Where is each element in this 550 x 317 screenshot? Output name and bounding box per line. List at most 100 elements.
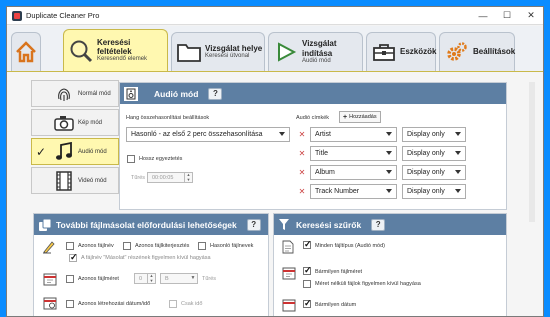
mode-normal[interactable]: Normál mód bbox=[31, 80, 119, 107]
tab-search-criteria-sub: Keresendő elemek bbox=[97, 56, 148, 63]
tag-artist-display-value: Display only bbox=[407, 131, 445, 138]
chevron-down-icon bbox=[386, 132, 392, 136]
tab-tools[interactable]: Eszközök bbox=[366, 32, 436, 71]
tab-tools-title: Eszközök bbox=[400, 47, 437, 57]
tab-scan-location-sub: Keresési útvonal bbox=[205, 53, 250, 60]
same-date-label: Azonos létrehozási dátum/idő bbox=[78, 301, 151, 307]
tag-title-dropdown[interactable]: Title bbox=[310, 146, 397, 161]
mode-audio[interactable]: ✓ Audió mód bbox=[31, 138, 119, 165]
size-unit-dropdown[interactable]: B ▼ bbox=[160, 273, 198, 284]
camera-icon bbox=[54, 113, 74, 133]
audio-tags-label: Audió címkék bbox=[296, 115, 330, 121]
similarity-dropdown[interactable]: Hasonló - az első 2 perc összehasonlítás… bbox=[126, 127, 290, 142]
tag-album-display-value: Display only bbox=[407, 169, 445, 176]
similarity-value: Hasonló - az első 2 perc összehasonlítás… bbox=[131, 131, 263, 138]
mode-image[interactable]: Kép mód bbox=[31, 109, 119, 136]
copy-files-icon bbox=[38, 218, 52, 232]
tag-title-value: Title bbox=[315, 150, 328, 157]
tab-search-criteria[interactable]: Keresési feltételek Keresendő elemek bbox=[63, 29, 168, 71]
chevron-down-icon bbox=[455, 151, 461, 155]
same-ext-checkbox[interactable] bbox=[123, 242, 131, 250]
film-icon bbox=[54, 170, 74, 191]
tag-album-display-dropdown[interactable]: Display only bbox=[402, 165, 466, 180]
add-tag-label: Hozzáadás bbox=[349, 114, 377, 120]
size-tolerance-spinner[interactable]: 0 ▲ ▼ bbox=[134, 273, 156, 284]
date-filter-icon bbox=[282, 298, 296, 314]
plus-icon: + bbox=[343, 113, 348, 121]
tag-track-dropdown[interactable]: Track Number bbox=[310, 184, 397, 199]
similar-names-label: Hasonló fájlnevek bbox=[210, 243, 254, 249]
size-rule-icon bbox=[43, 272, 57, 288]
search-filters-help-button[interactable]: ? bbox=[371, 218, 386, 231]
tag-title-display-dropdown[interactable]: Display only bbox=[402, 146, 466, 161]
toolbox-icon bbox=[371, 39, 397, 65]
any-size-checkbox[interactable] bbox=[303, 265, 312, 276]
audio-help-button[interactable]: ? bbox=[208, 87, 223, 100]
same-size-checkbox[interactable] bbox=[66, 275, 74, 283]
add-tag-button[interactable]: + Hozzáadás bbox=[339, 111, 381, 123]
tag-album-dropdown[interactable]: Album bbox=[310, 165, 397, 180]
similar-names-checkbox[interactable] bbox=[198, 242, 206, 250]
time-only-label: Csak idő bbox=[181, 301, 203, 307]
time-only-checkbox[interactable] bbox=[169, 300, 177, 308]
name-rule-icon bbox=[42, 240, 56, 256]
more-options-header: További fájlmásolat előfordulási lehetős… bbox=[34, 214, 268, 235]
tab-scan-location[interactable]: Vizsgálat helye Keresési útvonal bbox=[171, 32, 265, 71]
tag-title-display-value: Display only bbox=[407, 150, 445, 157]
criteria-scrollbar[interactable] bbox=[529, 82, 535, 222]
chevron-down-icon bbox=[386, 189, 392, 193]
gears-icon bbox=[444, 39, 470, 65]
all-types-checkbox[interactable] bbox=[303, 239, 312, 250]
app-window: Duplicate Cleaner Pro — ☐ ✕ Keresési fel… bbox=[6, 6, 544, 317]
same-name-checkbox[interactable] bbox=[66, 242, 74, 250]
mode-audio-label: Audió mód bbox=[78, 148, 107, 155]
tag-artist-value: Artist bbox=[315, 131, 331, 138]
chevron-down-icon: ▼ bbox=[190, 275, 196, 281]
more-options-title: További fájlmásolat előfordulási lehetős… bbox=[56, 219, 237, 230]
remove-tag-artist-button[interactable]: ✕ bbox=[297, 127, 307, 142]
remove-tag-album-button[interactable]: ✕ bbox=[297, 165, 307, 180]
date-rule-icon bbox=[43, 296, 57, 312]
more-options-help-button[interactable]: ? bbox=[246, 218, 261, 231]
copy-ignore-checkbox[interactable] bbox=[69, 252, 78, 263]
tolerance-value: 00:00:05 bbox=[152, 174, 174, 181]
size-unit-value: B bbox=[165, 275, 169, 282]
ignore-empty-label: Méret nélküli fájlok figyelmen kívül hag… bbox=[315, 281, 421, 287]
tag-track-display-dropdown[interactable]: Display only bbox=[402, 184, 466, 199]
home-icon bbox=[13, 39, 39, 65]
tag-track-display-value: Display only bbox=[407, 188, 445, 195]
tab-settings-title: Beállítások bbox=[473, 47, 516, 57]
tab-start-scan-sub: Audió mód bbox=[302, 57, 331, 64]
length-match-checkbox[interactable] bbox=[127, 155, 135, 163]
same-ext-label: Azonos fájlkiterjesztés bbox=[135, 243, 190, 249]
mode-video[interactable]: Videó mód bbox=[31, 167, 119, 194]
selected-check-icon: ✓ bbox=[36, 145, 47, 159]
search-icon bbox=[68, 38, 94, 64]
any-date-checkbox[interactable] bbox=[303, 298, 312, 309]
close-button[interactable]: ✕ bbox=[519, 7, 543, 25]
more-options-panel: További fájlmásolat előfordulási lehetős… bbox=[33, 213, 269, 316]
tab-settings[interactable]: Beállítások bbox=[439, 32, 515, 71]
minimize-button[interactable]: — bbox=[471, 7, 495, 25]
spinner-arrows-icon: ▲ ▼ bbox=[147, 273, 155, 283]
fingerprint-icon bbox=[54, 84, 74, 104]
maximize-button[interactable]: ☐ bbox=[495, 7, 519, 25]
title-bar: Duplicate Cleaner Pro — ☐ ✕ bbox=[7, 7, 543, 25]
mode-image-label: Kép mód bbox=[78, 119, 103, 126]
file-type-filter-icon bbox=[282, 240, 294, 256]
tab-home[interactable] bbox=[11, 32, 41, 71]
window-title: Duplicate Cleaner Pro bbox=[26, 11, 100, 20]
ignore-empty-checkbox[interactable] bbox=[303, 280, 311, 288]
tag-artist-display-dropdown[interactable]: Display only bbox=[402, 127, 466, 142]
search-filters-header: Keresési szűrők ? bbox=[274, 214, 506, 235]
remove-tag-track-button[interactable]: ✕ bbox=[297, 184, 307, 199]
mode-video-label: Videó mód bbox=[78, 177, 107, 184]
same-date-checkbox[interactable] bbox=[66, 300, 74, 308]
mode-list: Normál mód Kép mód ✓ Audió mód Videó mód bbox=[31, 80, 119, 196]
tab-start-scan[interactable]: Vizsgálat indítása Audió mód bbox=[268, 32, 363, 71]
speaker-icon bbox=[124, 86, 138, 101]
remove-tag-title-button[interactable]: ✕ bbox=[297, 146, 307, 161]
filter-icon bbox=[278, 218, 290, 231]
tolerance-spinner[interactable]: 00:00:05 ▲ ▼ bbox=[147, 172, 193, 183]
tag-artist-dropdown[interactable]: Artist bbox=[310, 127, 397, 142]
